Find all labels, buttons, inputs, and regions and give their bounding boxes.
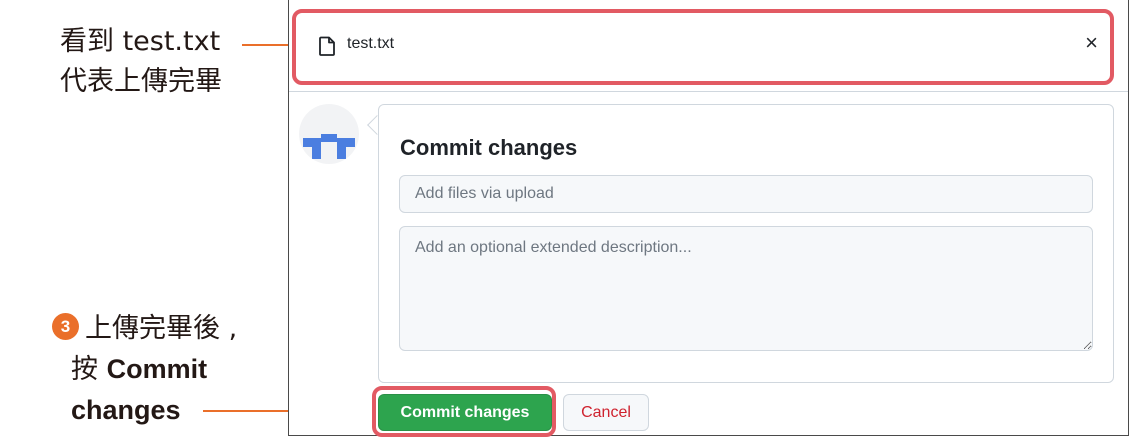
file-icon: [319, 36, 335, 56]
uploaded-file-row: test.txt ×: [289, 0, 1128, 92]
identicon-icon: [303, 134, 355, 159]
annotation-top-line1: 看到 test.txt: [60, 26, 221, 57]
annotation-file-uploaded: 看到 test.txt 代表上傳完畢: [60, 22, 222, 102]
annotation-bottom-line2: 按 Commit: [71, 354, 208, 385]
uploaded-file-name: test.txt: [347, 35, 395, 52]
github-upload-screenshot: test.txt × Commit changes Commit changes…: [288, 0, 1129, 436]
identicon-avatar: [299, 104, 359, 164]
commit-changes-button[interactable]: Commit changes: [378, 394, 552, 431]
cancel-button[interactable]: Cancel: [563, 394, 649, 431]
step-number-badge: 3: [52, 313, 79, 340]
annotation-top-line2: 代表上傳完畢: [60, 66, 222, 97]
leader-line-top: [242, 44, 294, 46]
annotation-bottom-line1: 上傳完畢後 ,: [85, 313, 238, 344]
remove-file-icon[interactable]: ×: [1085, 30, 1098, 56]
commit-changes-box: Commit changes: [378, 104, 1114, 383]
commit-title: Commit changes: [400, 135, 578, 160]
commit-description-textarea[interactable]: [399, 226, 1093, 351]
commit-summary-input[interactable]: [399, 175, 1093, 213]
